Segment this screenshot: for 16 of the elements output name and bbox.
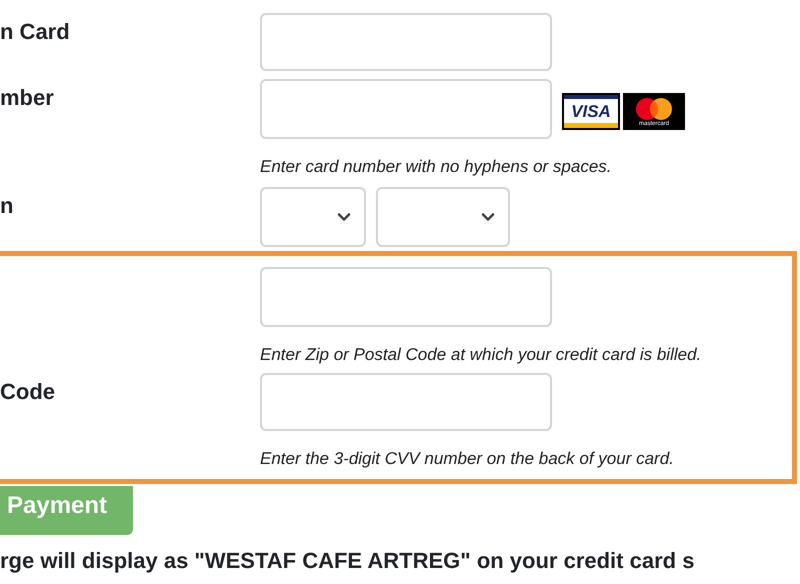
input-field[interactable] — [260, 13, 552, 71]
dropdown[interactable] — [260, 187, 366, 247]
billing-notice: rge will display as "WESTAF CAFE ARTREG" on your credit card s — [0, 547, 696, 575]
help-text: Enter Zip or Postal Code at which your credit card is billed. — [260, 344, 702, 366]
dropdown[interactable] — [376, 187, 510, 247]
field-label: mber — [0, 84, 55, 112]
field-label: Code — [0, 378, 56, 406]
input-field[interactable] — [260, 373, 552, 431]
payment-button[interactable]: Payment — [0, 486, 133, 535]
help-text: Enter card number with no hyphens or spaces. — [260, 156, 613, 178]
visa-logo: VISA — [562, 93, 620, 130]
help-text: Enter the 3-digit CVV number on the back of your card. — [260, 448, 675, 470]
field-label: n — [0, 192, 14, 220]
field-label: n Card — [0, 18, 71, 46]
input-field[interactable] — [260, 79, 552, 139]
input-field[interactable] — [260, 267, 552, 327]
